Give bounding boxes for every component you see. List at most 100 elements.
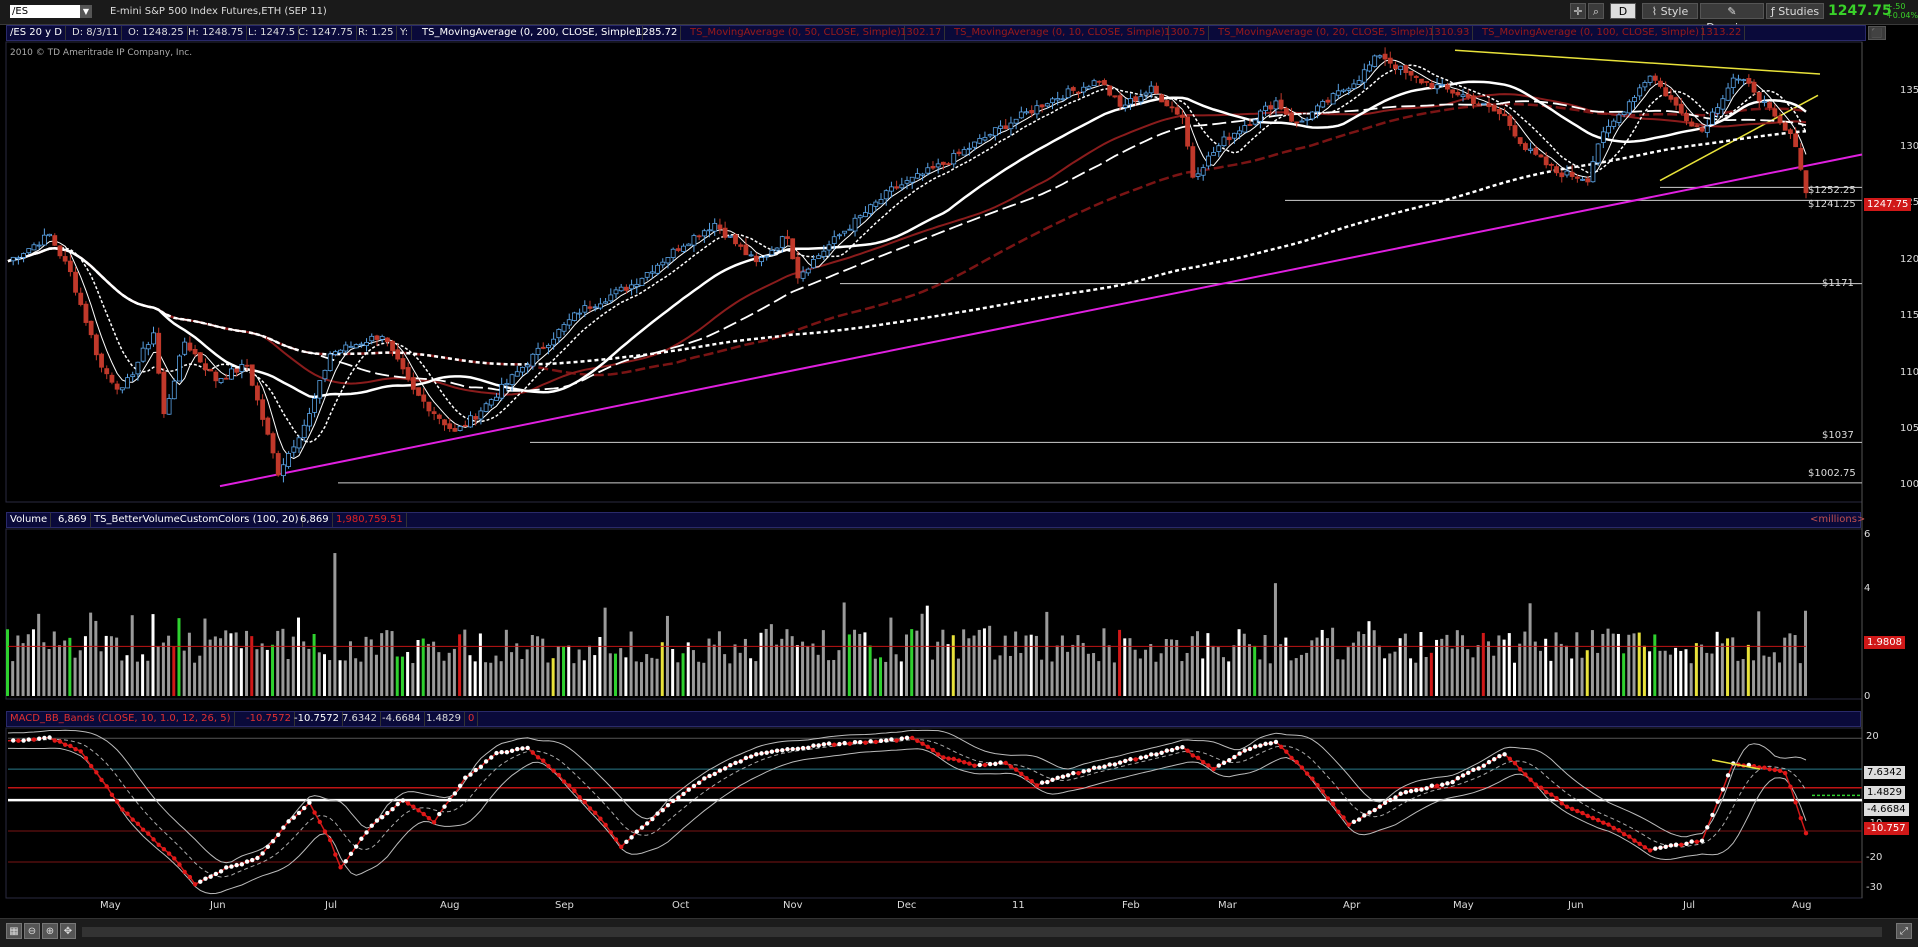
studies-label: Studies [1778, 5, 1820, 18]
candle-body [1538, 154, 1544, 158]
volume-bar [1003, 635, 1007, 696]
volume-bar [343, 660, 347, 696]
ma100-label[interactable]: TS_MovingAverage (0, 100, CLOSE, Simple) [1479, 26, 1704, 40]
volume-bar [1159, 653, 1163, 696]
macd-dot [1611, 825, 1616, 831]
volume-bar [962, 629, 966, 696]
candle-body [442, 419, 447, 426]
volume-bar [525, 649, 529, 696]
macd-dot [1590, 815, 1596, 821]
macd-dot [317, 819, 322, 825]
candle-body [1205, 155, 1211, 167]
candle-body [1065, 88, 1071, 99]
macd-dot [192, 882, 198, 887]
symbol-dropdown-icon[interactable]: ▼ [80, 5, 92, 18]
macd-dot [1393, 795, 1398, 800]
macd-dot [1725, 773, 1731, 778]
macd-dot [286, 819, 291, 824]
volume-bar [1492, 655, 1496, 696]
volume-bar [1081, 642, 1085, 696]
macd-dot [1720, 787, 1726, 792]
volume-bar [728, 663, 732, 696]
volume-bar [1653, 634, 1657, 696]
macd-dot [1466, 770, 1471, 776]
macd-dot [1616, 828, 1622, 833]
pan-icon[interactable]: ✥ [60, 923, 76, 939]
volume-bar [1190, 636, 1194, 696]
candle-body [1044, 103, 1050, 107]
macd-dot [1252, 744, 1258, 749]
studies-button[interactable]: ƒ Studies [1766, 3, 1824, 19]
better-volume-label[interactable]: TS_BetterVolumeCustomColors (100, 20) [91, 513, 303, 527]
candle-body [1424, 81, 1430, 83]
candle-body [99, 353, 104, 368]
zoom-icon[interactable]: ⌕ [1588, 3, 1604, 19]
volume-bar [1637, 632, 1641, 696]
candle-body [135, 361, 141, 375]
macd-dot [655, 811, 660, 816]
time-scrollbar[interactable] [82, 927, 1882, 937]
grid-icon[interactable]: ▦ [6, 923, 22, 939]
period-button[interactable]: D [1610, 3, 1636, 19]
macd-dot [541, 758, 546, 763]
drawings-button[interactable]: ✎ Drawings [1700, 3, 1764, 34]
macd-dot [915, 738, 920, 744]
volume-bar [1658, 650, 1662, 696]
volume-bar [1336, 659, 1340, 696]
volume-bar [785, 629, 789, 696]
ma50-label[interactable]: TS_MovingAverage (0, 50, CLOSE, Simple) [687, 26, 905, 40]
macd-dot [203, 876, 208, 881]
macd-dot [172, 856, 177, 861]
crosshair-icon[interactable]: ✛ [1570, 3, 1586, 19]
candle-body [229, 368, 234, 380]
volume-bar [1544, 638, 1548, 696]
macd-dot [1762, 765, 1767, 770]
volume-bar [1445, 634, 1449, 696]
ma200-label[interactable]: TS_MovingAverage (0, 200, CLOSE, Simple) [419, 26, 644, 40]
candle-body [691, 235, 697, 246]
candle-body [1574, 176, 1580, 179]
macd-dot [1507, 756, 1512, 762]
volume-bar [1144, 649, 1148, 696]
volume-bar [811, 643, 815, 696]
volume-tick: 0 [1864, 691, 1871, 702]
style-label: Style [1660, 5, 1689, 18]
expand-icon[interactable]: ⤢ [1896, 923, 1912, 939]
candle-body [1268, 105, 1274, 110]
style-button[interactable]: ⌇ Style [1642, 3, 1698, 19]
symbol-input[interactable]: /ES [10, 5, 80, 18]
macd-label[interactable]: MACD_BB_Bands (CLOSE, 10, 1.0, 12, 26, 5… [7, 712, 235, 726]
volume-bar [307, 648, 311, 696]
volume-bar [1720, 643, 1724, 696]
candle-body [1445, 84, 1450, 90]
candle-body [816, 255, 822, 259]
macd-dot [390, 806, 395, 812]
candle-body [1133, 96, 1139, 102]
ma20-label[interactable]: TS_MovingAverage (0, 20, CLOSE, Simple) [1215, 26, 1433, 40]
macd-dot [437, 811, 442, 817]
chart-canvas[interactable] [0, 0, 1918, 946]
time-tick: May [100, 900, 121, 911]
volume-bar [245, 630, 249, 696]
volume-bar [1393, 651, 1397, 696]
candle-body [1543, 156, 1549, 166]
zoom-in-icon[interactable]: ⊕ [42, 923, 58, 939]
macd-dot [151, 837, 156, 842]
candle-body [831, 236, 837, 244]
volume-bar [426, 643, 430, 696]
candle-body [712, 222, 718, 232]
macd-dot [52, 738, 57, 743]
chart-settings-icon[interactable]: ⬛ [1868, 26, 1886, 40]
volume-bar [224, 630, 228, 696]
price-tick: 1350 [1900, 85, 1918, 96]
macd-dot [1694, 839, 1700, 844]
volume-bar [1014, 631, 1018, 696]
ma10-label[interactable]: TS_MovingAverage (0, 10, CLOSE, Simple) [951, 26, 1169, 40]
candle-body [1159, 94, 1165, 103]
macd-dot [1538, 785, 1544, 790]
zoom-out-icon[interactable]: ⊖ [24, 923, 40, 939]
candle-body [649, 271, 655, 274]
macd-dot [307, 800, 312, 805]
macd-dot [1055, 775, 1060, 780]
macd-dot [1564, 804, 1570, 810]
